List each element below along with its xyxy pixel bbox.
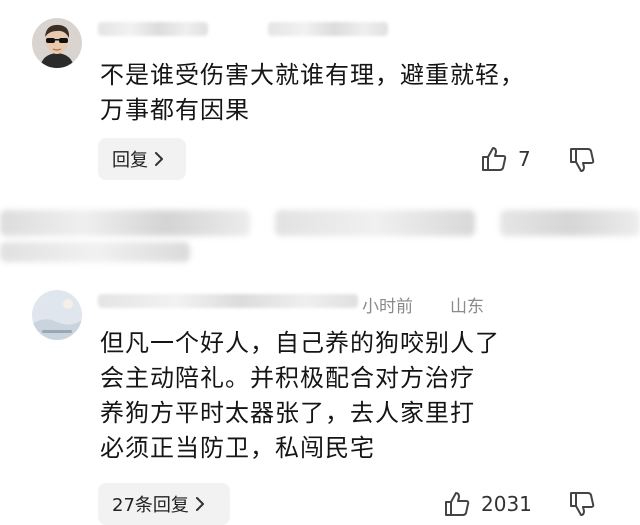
dislike-button[interactable] bbox=[568, 490, 596, 522]
comment-text-line: 万事都有因果 bbox=[100, 96, 250, 124]
comment-text-line: 必须正当防卫，私闯民宅 bbox=[100, 434, 375, 462]
comment-text-line: 但凡一个好人，自己养的狗咬别人了 bbox=[100, 329, 500, 357]
dislike-button[interactable] bbox=[568, 146, 596, 178]
location: 山东 bbox=[450, 297, 484, 317]
like-button[interactable]: 2031 bbox=[443, 490, 532, 518]
chevron-right-icon bbox=[195, 497, 204, 511]
user-avatar-photo bbox=[32, 290, 82, 340]
avatar[interactable] bbox=[32, 18, 82, 68]
like-button[interactable]: 7 bbox=[480, 145, 531, 173]
comment-text-line: 会主动陪礼。并积极配合对方治疗 bbox=[100, 364, 475, 392]
timestamp: 小时前 bbox=[362, 297, 413, 317]
reply-button-label: 回复 bbox=[112, 150, 148, 171]
timestamp-redacted bbox=[268, 22, 388, 36]
thumbs-down-icon bbox=[570, 148, 595, 172]
thumbs-down-icon bbox=[570, 492, 595, 516]
like-count: 2031 bbox=[481, 492, 532, 516]
comment-text-line: 养狗方平时太器张了，去人家里打 bbox=[100, 399, 475, 427]
reply-button[interactable]: 回复 bbox=[98, 138, 186, 180]
chevron-right-icon bbox=[155, 152, 163, 166]
like-count: 7 bbox=[518, 147, 531, 171]
thumbs-up-icon bbox=[482, 147, 507, 171]
username-redacted bbox=[98, 22, 208, 36]
user-avatar-photo bbox=[32, 18, 82, 68]
reply-button-label: 27条回复 bbox=[112, 495, 189, 516]
username-redacted bbox=[98, 294, 358, 308]
comment-item: 小时前 山东 但凡一个好人，自己养的狗咬别人了 会主动陪礼。并积极配合对方治疗 … bbox=[0, 280, 640, 525]
view-replies-button[interactable]: 27条回复 bbox=[98, 483, 230, 525]
comment-text-line: 不是谁受伤害大就谁有理，避重就轻， bbox=[100, 61, 525, 89]
comment-item: 不是谁受伤害大就谁有理，避重就轻， 万事都有因果 回复 7 bbox=[0, 0, 640, 200]
thumbs-up-icon bbox=[445, 492, 470, 516]
avatar[interactable] bbox=[32, 290, 82, 340]
